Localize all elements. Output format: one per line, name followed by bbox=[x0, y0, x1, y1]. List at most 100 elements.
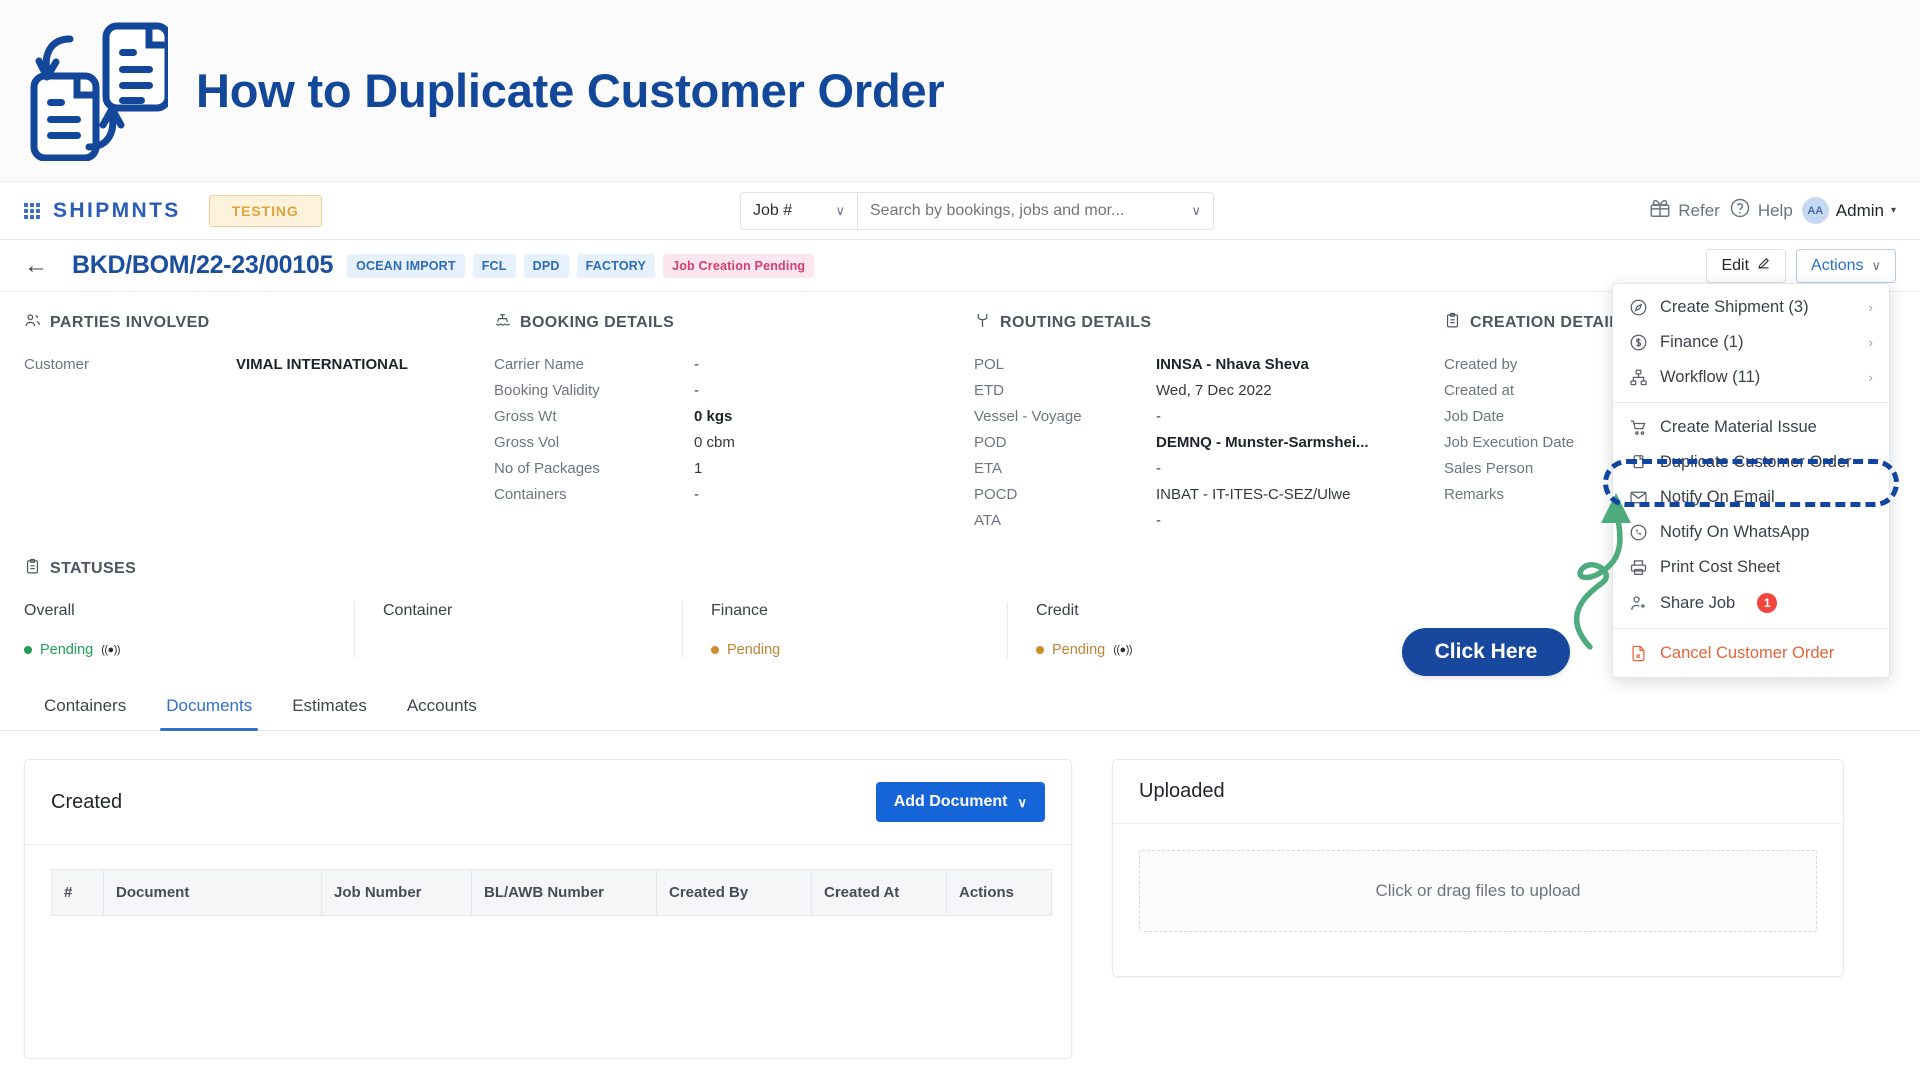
chevron-down-icon: ∨ bbox=[835, 203, 845, 218]
detail-value: VIMAL INTERNATIONAL bbox=[236, 356, 408, 373]
created-documents-card: Created Add Document ∨ # Document Job Nu… bbox=[24, 759, 1072, 1059]
route-fork-icon bbox=[974, 312, 991, 334]
grid-apps-icon[interactable] bbox=[24, 202, 40, 219]
brand-logo[interactable]: SHIPMNTS bbox=[53, 199, 181, 223]
status-badge: Job Creation Pending bbox=[663, 253, 815, 278]
click-here-callout: Click Here bbox=[1402, 628, 1570, 676]
menu-item-label: Create Material Issue bbox=[1660, 418, 1817, 436]
edit-button[interactable]: Edit bbox=[1706, 248, 1787, 283]
chevron-right-icon: › bbox=[1868, 370, 1873, 385]
detail-value: - bbox=[694, 486, 699, 503]
avatar: AA bbox=[1801, 197, 1829, 224]
job-tag: OCEAN IMPORT bbox=[347, 253, 465, 278]
sitemap-icon bbox=[1629, 368, 1648, 387]
refer-button[interactable]: Refer bbox=[1649, 197, 1720, 224]
column-header-index: # bbox=[51, 869, 104, 916]
tab-documents[interactable]: Documents bbox=[146, 684, 272, 731]
detail-key: POD bbox=[974, 434, 1007, 451]
menu-item-label: Print Cost Sheet bbox=[1660, 558, 1781, 576]
app-root: How to Duplicate Customer Order SHIPMNTS… bbox=[0, 0, 1920, 1080]
status-dot-icon bbox=[24, 646, 32, 654]
share-job-badge: 1 bbox=[1757, 593, 1778, 613]
dropzone-label: Click or drag files to upload bbox=[1375, 881, 1581, 900]
search-scope-select[interactable]: Job # ∨ bbox=[740, 191, 858, 230]
chevron-right-icon: › bbox=[1868, 300, 1873, 315]
file-dropzone[interactable]: Click or drag files to upload bbox=[1139, 850, 1817, 932]
detail-row: ETA - bbox=[974, 460, 1444, 477]
chevron-down-icon: ∨ bbox=[1017, 794, 1027, 810]
menu-item-finance[interactable]: Finance (1) › bbox=[1613, 325, 1889, 360]
detail-value: 0 cbm bbox=[694, 434, 735, 451]
tab-accounts[interactable]: Accounts bbox=[387, 684, 497, 730]
user-menu[interactable]: AA Admin ▾ bbox=[1801, 197, 1896, 224]
menu-item-create-material-issue[interactable]: Create Material Issue bbox=[1613, 410, 1889, 445]
chevron-down-icon[interactable]: ∨ bbox=[1191, 204, 1201, 217]
creation-heading-label: CREATION DETAIL bbox=[1470, 314, 1620, 331]
banner-title: How to Duplicate Customer Order bbox=[196, 64, 945, 117]
uploaded-card-header: Uploaded bbox=[1113, 760, 1843, 824]
menu-item-label: Notify On WhatsApp bbox=[1660, 523, 1810, 541]
search-input[interactable] bbox=[870, 201, 1170, 220]
detail-value: 0 kgs bbox=[694, 408, 733, 425]
uploaded-documents-card: Uploaded Click or drag files to upload bbox=[1112, 759, 1844, 977]
detail-key: Booking Validity bbox=[494, 382, 600, 399]
menu-item-create-shipment[interactable]: Create Shipment (3) › bbox=[1613, 290, 1889, 325]
job-tag: FACTORY bbox=[576, 253, 656, 278]
menu-item-label: Notify On Email bbox=[1660, 488, 1775, 506]
detail-value: INBAT - IT-ITES-C-SEZ/Ulwe bbox=[1156, 486, 1351, 503]
back-arrow-icon[interactable]: ← bbox=[24, 253, 48, 278]
navbar-right: Refer Help AA Admin ▾ bbox=[1649, 197, 1896, 224]
add-document-label: Add Document bbox=[893, 793, 1008, 810]
chevron-right-icon: › bbox=[1868, 335, 1873, 350]
detail-key: ATA bbox=[974, 512, 1001, 529]
created-card-header: Created Add Document ∨ bbox=[25, 760, 1071, 845]
cart-icon bbox=[1629, 418, 1648, 437]
refer-label: Refer bbox=[1678, 200, 1720, 220]
page-title: BKD/BOM/22-23/00105 bbox=[72, 251, 334, 279]
menu-item-workflow[interactable]: Workflow (11) › bbox=[1613, 360, 1889, 395]
page-bottom-fill bbox=[0, 1070, 1920, 1080]
routing-details-section: ROUTING DETAILS POL INNSA - Nhava Sheva E… bbox=[974, 312, 1444, 538]
actions-button-label: Actions bbox=[1811, 256, 1864, 274]
detail-row: Containers - bbox=[494, 486, 974, 503]
column-header-actions: Actions bbox=[946, 869, 1052, 916]
table-header-row: # Document Job Number BL/AWB Number Crea… bbox=[51, 869, 1052, 916]
parties-heading-label: PARTIES INVOLVED bbox=[50, 314, 210, 331]
detail-key: ETD bbox=[974, 382, 1004, 399]
search-box[interactable]: ∨ bbox=[858, 191, 1214, 230]
column-header-created-at: Created At bbox=[811, 869, 947, 916]
status-dot-icon bbox=[711, 646, 719, 654]
menu-item-label: Duplicate Customer Order bbox=[1660, 453, 1852, 471]
detail-key: No of Packages bbox=[494, 460, 600, 477]
dollar-icon bbox=[1629, 333, 1648, 352]
add-document-button[interactable]: Add Document ∨ bbox=[875, 782, 1045, 822]
title-bar-actions: Edit Actions ∨ bbox=[1706, 248, 1896, 283]
created-documents-table: # Document Job Number BL/AWB Number Crea… bbox=[51, 869, 1052, 916]
status-value-row: Pending ((●)) bbox=[24, 642, 324, 658]
help-circle-icon bbox=[1729, 197, 1751, 224]
column-header-bl-awb: BL/AWB Number bbox=[471, 869, 657, 916]
status-cell-container: Container bbox=[354, 602, 682, 658]
detail-key: Vessel - Voyage bbox=[974, 408, 1082, 425]
detail-key: Gross Wt bbox=[494, 408, 557, 425]
detail-tabs: Containers Documents Estimates Accounts bbox=[0, 684, 1920, 731]
detail-row: POL INNSA - Nhava Sheva bbox=[974, 356, 1444, 373]
chevron-down-icon: ▾ bbox=[1890, 205, 1896, 216]
routing-heading: ROUTING DETAILS bbox=[974, 312, 1444, 334]
tab-estimates[interactable]: Estimates bbox=[272, 684, 387, 730]
status-label: Finance bbox=[711, 602, 768, 619]
column-header-document: Document bbox=[103, 869, 322, 916]
detail-value: DEMNQ - Munster-Sarmshei... bbox=[1156, 434, 1369, 451]
help-button[interactable]: Help bbox=[1729, 197, 1793, 224]
created-documents-table-wrap: # Document Job Number BL/AWB Number Crea… bbox=[25, 845, 1071, 916]
duplicate-documents-icon bbox=[18, 21, 172, 161]
menu-item-label: Workflow (11) bbox=[1660, 368, 1761, 386]
detail-key: ETA bbox=[974, 460, 1003, 477]
status-label: Credit bbox=[1036, 602, 1079, 619]
status-value: Pending bbox=[40, 642, 94, 658]
edit-button-label: Edit bbox=[1721, 256, 1750, 274]
actions-button[interactable]: Actions ∨ bbox=[1796, 248, 1896, 283]
signal-icon: ((●)) bbox=[101, 644, 121, 656]
tab-containers[interactable]: Containers bbox=[24, 684, 146, 730]
menu-item-label: Create Shipment (3) bbox=[1660, 298, 1809, 316]
